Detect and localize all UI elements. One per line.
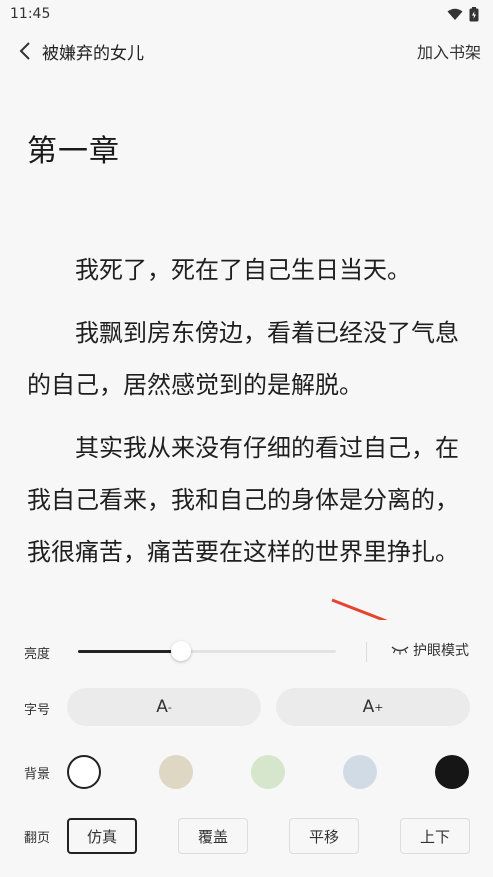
page-flip-label: 翻页 bbox=[24, 830, 51, 846]
background-row: 背景 bbox=[0, 748, 493, 796]
flip-option-slide[interactable]: 平移 bbox=[289, 818, 359, 854]
background-swatch-blue[interactable] bbox=[343, 755, 377, 789]
battery-icon bbox=[469, 6, 479, 21]
wifi-icon bbox=[447, 8, 463, 20]
top-bar: 被嫌弃的女儿 加入书架 bbox=[0, 30, 493, 72]
background-label: 背景 bbox=[24, 766, 51, 782]
brightness-slider[interactable] bbox=[78, 641, 336, 661]
font-increase-sup: + bbox=[374, 700, 384, 714]
brightness-slider-thumb[interactable] bbox=[171, 641, 191, 661]
eye-closed-icon bbox=[391, 646, 409, 655]
flip-option-simulation[interactable]: 仿真 bbox=[67, 818, 137, 854]
flip-option-vertical[interactable]: 上下 bbox=[400, 818, 470, 854]
paragraph: 我飘到房东傍边，看着已经没了气息的自己，居然感觉到的是解脱。 bbox=[27, 319, 459, 399]
font-decrease-sup: - bbox=[167, 700, 172, 714]
status-icons bbox=[447, 6, 479, 22]
background-swatch-white[interactable] bbox=[67, 755, 101, 789]
font-increase-button[interactable]: A + bbox=[276, 688, 470, 726]
font-decrease-button[interactable]: A- bbox=[67, 688, 261, 726]
font-size-label: 字号 bbox=[24, 702, 51, 718]
eye-mode-button[interactable]: 护眼模式 bbox=[391, 640, 469, 660]
flip-option-cover[interactable]: 覆盖 bbox=[178, 818, 248, 854]
back-icon[interactable] bbox=[14, 40, 36, 62]
status-bar: 11:45 bbox=[0, 0, 493, 28]
status-time: 11:45 bbox=[10, 6, 51, 22]
chapter-content: 我死了，死在了自己生日当天。 我飘到房东傍边，看着已经没了气息的自己，居然感觉到… bbox=[27, 244, 469, 589]
font-increase-label: A bbox=[362, 697, 375, 717]
paragraph: 其实我从来没有仔细的看过自己，在我自己看来，我和自己的身体是分离的，我很痛苦，痛… bbox=[27, 434, 459, 566]
brightness-slider-fill bbox=[78, 650, 181, 653]
add-to-shelf-button[interactable]: 加入书架 bbox=[417, 39, 481, 63]
font-decrease-label: A bbox=[156, 697, 168, 717]
brightness-row: 亮度 护眼模式 bbox=[0, 628, 493, 676]
reader-settings-panel: 亮度 护眼模式 字号 A- A + 背景 翻页 仿真 覆盖 平移 上下 bbox=[0, 620, 493, 877]
background-swatch-black[interactable] bbox=[435, 755, 469, 789]
eye-mode-label: 护眼模式 bbox=[413, 643, 469, 659]
background-swatch-beige[interactable] bbox=[159, 755, 193, 789]
background-swatch-green[interactable] bbox=[251, 755, 285, 789]
book-title: 被嫌弃的女儿 bbox=[42, 43, 144, 64]
font-size-row: 字号 A- A + bbox=[0, 684, 493, 732]
page-flip-row: 翻页 仿真 覆盖 平移 上下 bbox=[0, 812, 493, 860]
paragraph: 我死了，死在了自己生日当天。 bbox=[75, 256, 411, 284]
divider bbox=[366, 642, 367, 662]
chapter-title: 第一章 bbox=[27, 134, 120, 169]
brightness-label: 亮度 bbox=[24, 646, 51, 662]
